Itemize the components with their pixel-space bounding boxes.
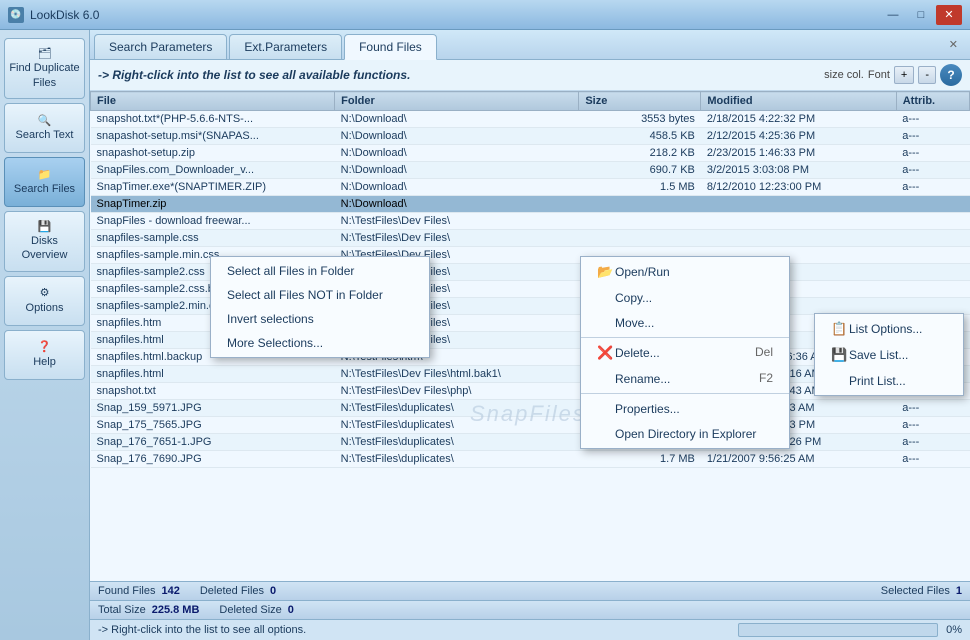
maximize-button[interactable]: □ <box>908 5 934 25</box>
selected-files-value: 1 <box>956 585 962 597</box>
help-button[interactable]: ? <box>940 64 962 86</box>
context-menu-left: Select all Files in Folder Select all Fi… <box>210 256 430 358</box>
sidebar-item-search-files-label: Search Files <box>14 182 75 196</box>
cm-select-not-folder[interactable]: Select all Files NOT in Folder <box>211 283 429 307</box>
deleted-files-value: 0 <box>270 585 276 597</box>
cm-sep-1 <box>581 337 789 338</box>
cm-save-list[interactable]: 💾Save List... <box>815 342 963 368</box>
found-files-label: Found Files <box>98 585 155 597</box>
status-selected-files: Selected Files 1 <box>881 585 962 597</box>
open-run-icon: 📂 <box>597 264 615 280</box>
print-list-spacer <box>831 373 849 388</box>
font-label: Font <box>868 69 890 81</box>
deleted-size-value: 0 <box>288 604 294 616</box>
main-container: 🗂 Find Duplicate Files 🔍 Search Text 📁 S… <box>0 30 970 640</box>
status-deleted-size: Deleted Size 0 <box>219 604 294 616</box>
cm-copy[interactable]: Copy... <box>581 285 789 310</box>
search-text-icon: 🔍 <box>38 114 52 128</box>
search-files-icon: 📁 <box>38 168 52 182</box>
delete-shortcut: Del <box>755 345 773 359</box>
deleted-files-label: Deleted Files <box>200 585 264 597</box>
sidebar-item-options-label: Options <box>26 301 64 315</box>
open-dir-spacer <box>597 426 615 441</box>
tab-search-parameters[interactable]: Search Parameters <box>94 34 227 59</box>
delete-icon: ❌ <box>597 345 615 361</box>
sidebar-item-search-text[interactable]: 🔍 Search Text <box>4 103 85 153</box>
font-plus-button[interactable]: + <box>894 66 914 84</box>
move-spacer <box>597 315 615 330</box>
total-size-label: Total Size <box>98 604 146 616</box>
find-duplicate-icon: 🗂 <box>38 47 52 61</box>
size-col-label: size col. <box>824 69 864 81</box>
toolbar-right: size col. Font + - ? <box>824 64 962 86</box>
context-menu-overlay: SnapFiles Select all Files in Folder Sel… <box>90 91 970 581</box>
cm-rename[interactable]: Rename... F2 <box>581 366 789 391</box>
cm-delete[interactable]: ❌Delete... Del <box>581 340 789 366</box>
rename-shortcut: F2 <box>759 371 773 385</box>
cm-sep-2 <box>581 393 789 394</box>
status-found-files: Found Files 142 <box>98 585 180 597</box>
total-size-value: 225.8 MB <box>152 604 200 616</box>
titlebar-title: LookDisk 6.0 <box>30 8 99 22</box>
sidebar-item-disks-overview-label: Disks Overview <box>9 234 80 263</box>
disks-overview-icon: 💾 <box>38 220 52 234</box>
tab-found-files[interactable]: Found Files <box>344 34 437 60</box>
sidebar-item-help[interactable]: ❓ Help <box>4 330 85 380</box>
sidebar-item-options[interactable]: ⚙ Options <box>4 276 85 326</box>
font-minus-button[interactable]: - <box>918 66 936 84</box>
file-list-container: File Folder Size Modified Attrib. snapsh… <box>90 91 970 581</box>
sidebar-item-find-duplicate-label: Find Duplicate Files <box>9 61 80 90</box>
cm-properties[interactable]: Properties... <box>581 396 789 421</box>
rename-spacer <box>597 371 615 386</box>
cm-open-run[interactable]: 📂Open/Run <box>581 259 789 285</box>
watermark: SnapFiles <box>470 401 586 427</box>
context-menu-right: 📋List Options... 💾Save List... Print Lis… <box>814 313 964 396</box>
titlebar-controls: — □ ✕ <box>880 5 962 25</box>
tab-close-icon[interactable]: ✕ <box>941 34 966 59</box>
minimize-button[interactable]: — <box>880 5 906 25</box>
options-icon: ⚙ <box>40 286 50 300</box>
titlebar: 💿 LookDisk 6.0 — □ ✕ <box>0 0 970 30</box>
statusbar-bottom: -> Right-click into the list to see all … <box>90 619 970 640</box>
sidebar-item-search-files[interactable]: 📁 Search Files <box>4 157 85 207</box>
sidebar-item-find-duplicate[interactable]: 🗂 Find Duplicate Files <box>4 38 85 99</box>
copy-spacer <box>597 290 615 305</box>
deleted-size-label: Deleted Size <box>219 604 281 616</box>
sidebar-item-disks-overview[interactable]: 💾 Disks Overview <box>4 211 85 272</box>
titlebar-left: 💿 LookDisk 6.0 <box>8 7 99 23</box>
cm-list-options[interactable]: 📋List Options... <box>815 316 963 342</box>
cm-print-list[interactable]: Print List... <box>815 368 963 393</box>
sidebar-item-search-text-label: Search Text <box>16 128 74 142</box>
save-list-icon: 💾 <box>831 347 849 363</box>
statusbar-hint: -> Right-click into the list to see all … <box>98 624 306 636</box>
progress-area: 0% <box>738 623 962 637</box>
statusbar-row2: Total Size 225.8 MB Deleted Size 0 <box>90 600 970 619</box>
app-icon: 💿 <box>8 7 24 23</box>
cm-invert-selections[interactable]: Invert selections <box>211 307 429 331</box>
cm-more-selections[interactable]: More Selections... <box>211 331 429 355</box>
close-button[interactable]: ✕ <box>936 5 962 25</box>
sidebar: 🗂 Find Duplicate Files 🔍 Search Text 📁 S… <box>0 30 90 640</box>
status-total-size: Total Size 225.8 MB <box>98 604 199 616</box>
context-menu-middle: 📂Open/Run Copy... Move... ❌Delete... Del <box>580 256 790 449</box>
tab-ext-parameters[interactable]: Ext.Parameters <box>229 34 342 59</box>
properties-spacer <box>597 401 615 416</box>
found-files-value: 142 <box>161 585 179 597</box>
cm-open-dir[interactable]: Open Directory in Explorer <box>581 421 789 446</box>
progress-label: 0% <box>946 624 962 636</box>
sidebar-item-help-label: Help <box>33 355 56 369</box>
cm-select-all-folder[interactable]: Select all Files in Folder <box>211 259 429 283</box>
toolbar: -> Right-click into the list to see all … <box>90 60 970 91</box>
help-icon: ❓ <box>38 340 52 354</box>
selected-files-label: Selected Files <box>881 585 950 597</box>
toolbar-hint: -> Right-click into the list to see all … <box>98 68 820 82</box>
content-area: Search Parameters Ext.Parameters Found F… <box>90 30 970 640</box>
list-options-icon: 📋 <box>831 321 849 337</box>
statusbar: Found Files 142 Deleted Files 0 Selected… <box>90 581 970 600</box>
cm-move[interactable]: Move... <box>581 310 789 335</box>
tab-bar: Search Parameters Ext.Parameters Found F… <box>90 30 970 60</box>
status-deleted-files: Deleted Files 0 <box>200 585 276 597</box>
progress-bar-container <box>738 623 938 637</box>
